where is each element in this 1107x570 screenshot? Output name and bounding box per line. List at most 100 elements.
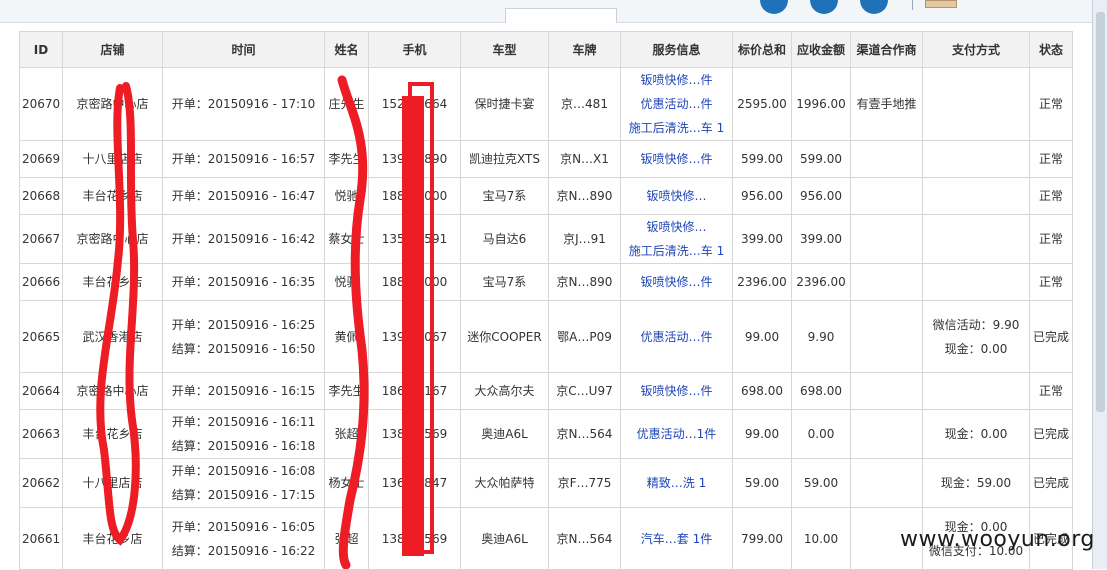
cell-car: 迷你COOPER bbox=[460, 300, 549, 373]
table-row[interactable]: 20668 丰台花乡店 开单：20150916 - 16:47 悦驰 1880…000 宝… bbox=[19, 177, 1073, 215]
table-row[interactable]: 20665 武汉香港店 开单：20150916 - 16:25 结算：20150916… bbox=[19, 300, 1073, 373]
service-link[interactable]: 施工后清洗…车 1 bbox=[623, 239, 730, 263]
cell-name: 黄佩 bbox=[324, 300, 369, 373]
cell-name: 杨女士 bbox=[324, 458, 369, 508]
cell-phone: 1880…000 bbox=[368, 177, 461, 215]
cell-list-price: 399.00 bbox=[732, 214, 792, 264]
cell-car: 大众高尔夫 bbox=[460, 372, 549, 410]
cell-plate: 京F…775 bbox=[548, 458, 621, 508]
column-header: 服务信息 bbox=[620, 31, 733, 68]
cell-name: 李先生 bbox=[324, 372, 369, 410]
orders-table-container: ID 店铺 时间 姓名 手机 车型 车牌 服务信息 标价总和 应收金额 渠道合作商 支付方式 状态 20… bbox=[19, 31, 1073, 570]
service-link[interactable]: 优惠活动…件 bbox=[623, 325, 730, 349]
cell-car: 奥迪A6L bbox=[460, 507, 549, 570]
time-line: 开单：20150916 - 16:57 bbox=[171, 152, 316, 166]
cell-id: 20666 bbox=[19, 263, 63, 301]
time-line: 结算：20150916 - 16:50 bbox=[171, 341, 316, 356]
service-link[interactable]: 钣喷快修…件 bbox=[623, 69, 730, 93]
cell-payment bbox=[922, 140, 1030, 178]
cell-payment bbox=[922, 214, 1030, 264]
cell-id: 20662 bbox=[19, 458, 63, 508]
cell-service: 钣喷快修…件 bbox=[620, 263, 733, 301]
time-line: 开单：20150916 - 16:25 bbox=[171, 317, 316, 332]
cell-shop: 武汉香港店 bbox=[62, 300, 163, 373]
cell-channel bbox=[850, 458, 923, 508]
table-row[interactable]: 20663 丰台花乡店 开单：20150916 - 16:11 结算：20150916… bbox=[19, 409, 1073, 459]
service-link[interactable]: 施工后清洗…车 1 bbox=[623, 116, 730, 140]
cell-time: 开单：20150916 - 16:42 bbox=[162, 214, 325, 264]
cell-status: 已完成 bbox=[1029, 409, 1073, 459]
table-header-row: ID 店铺 时间 姓名 手机 车型 车牌 服务信息 标价总和 应收金额 渠道合作商 支付方式 状态 bbox=[19, 31, 1073, 68]
table-row[interactable]: 20664 京密路中心店 开单：20150916 - 16:15 李先生 1860…16… bbox=[19, 372, 1073, 410]
service-link[interactable]: 钣喷快修… bbox=[623, 184, 730, 208]
cell-payment bbox=[922, 177, 1030, 215]
table-row[interactable]: 20666 丰台花乡店 开单：20150916 - 16:35 悦驰 1880…000 宝… bbox=[19, 263, 1073, 301]
cell-amount-due: 9.90 bbox=[791, 300, 851, 373]
cell-status: 正常 bbox=[1029, 263, 1073, 301]
cell-id: 20665 bbox=[19, 300, 63, 373]
cell-name: 张超 bbox=[324, 507, 369, 570]
avatar[interactable] bbox=[925, 0, 957, 8]
scrollbar-thumb[interactable] bbox=[1096, 12, 1105, 412]
cell-payment: 现金：0.00 bbox=[922, 409, 1030, 459]
cell-service: 优惠活动…1件 bbox=[620, 409, 733, 459]
cell-status: 正常 bbox=[1029, 67, 1073, 141]
cell-plate: 京N…564 bbox=[548, 409, 621, 459]
cell-name: 李先生 bbox=[324, 140, 369, 178]
service-link[interactable]: 汽车…套 1件 bbox=[623, 527, 730, 551]
column-header: 车牌 bbox=[548, 31, 621, 68]
payment-line: 微信活动：9.90 bbox=[932, 317, 1020, 332]
time-line: 结算：20150916 - 16:22 bbox=[171, 543, 316, 558]
cell-status: 正常 bbox=[1029, 214, 1073, 264]
cell-list-price: 2595.00 bbox=[732, 67, 792, 141]
cell-amount-due: 2396.00 bbox=[791, 263, 851, 301]
toolbar-round-button[interactable] bbox=[860, 0, 888, 14]
cell-channel bbox=[850, 177, 923, 215]
top-toolbar bbox=[0, 0, 1107, 23]
cell-id: 20668 bbox=[19, 177, 63, 215]
cell-list-price: 99.00 bbox=[732, 300, 792, 373]
cell-service: 钣喷快修… bbox=[620, 177, 733, 215]
cell-amount-due: 956.00 bbox=[791, 177, 851, 215]
table-row[interactable]: 20669 十八里店店 开单：20150916 - 16:57 李先生 1391…890… bbox=[19, 140, 1073, 178]
service-link[interactable]: 优惠活动…件 bbox=[623, 92, 730, 116]
table-row[interactable]: 20670 京密路中心店 开单：20150916 - 17:10 庄先生 1520…66… bbox=[19, 67, 1073, 141]
cell-shop: 京密路中心店 bbox=[62, 214, 163, 264]
time-line: 开单：20150916 - 16:47 bbox=[171, 189, 316, 203]
toolbar-tab[interactable] bbox=[505, 8, 617, 23]
service-link[interactable]: 钣喷快修… bbox=[623, 216, 730, 240]
table-row[interactable]: 20667 京密路中心店 开单：20150916 - 16:42 蔡女士 1352…59… bbox=[19, 214, 1073, 264]
cell-car: 马自达6 bbox=[460, 214, 549, 264]
service-link[interactable]: 优惠活动…1件 bbox=[623, 422, 730, 446]
cell-phone: 1860…167 bbox=[368, 372, 461, 410]
time-line: 开单：20150916 - 16:42 bbox=[171, 232, 316, 246]
table-row[interactable]: 20662 十八里店店 开单：20150916 - 16:08 结算：20150916… bbox=[19, 458, 1073, 508]
cell-amount-due: 399.00 bbox=[791, 214, 851, 264]
cell-amount-due: 698.00 bbox=[791, 372, 851, 410]
time-line: 开单：20150916 - 16:08 bbox=[171, 464, 316, 478]
cell-payment bbox=[922, 67, 1030, 141]
toolbar-round-button[interactable] bbox=[810, 0, 838, 14]
cell-plate: 京J…91 bbox=[548, 214, 621, 264]
time-line: 开单：20150916 - 17:10 bbox=[171, 97, 316, 111]
service-link[interactable]: 钣喷快修…件 bbox=[623, 379, 730, 403]
column-header: 应收金额 bbox=[791, 31, 851, 68]
vertical-scrollbar[interactable] bbox=[1092, 0, 1107, 569]
toolbar-round-button[interactable] bbox=[760, 0, 788, 14]
cell-channel bbox=[850, 372, 923, 410]
cell-list-price: 956.00 bbox=[732, 177, 792, 215]
cell-id: 20669 bbox=[19, 140, 63, 178]
cell-id: 20661 bbox=[19, 507, 63, 570]
cell-phone: 1381…569 bbox=[368, 409, 461, 459]
service-link[interactable]: 钣喷快修…件 bbox=[623, 147, 730, 171]
cell-id: 20670 bbox=[19, 67, 63, 141]
service-link[interactable]: 精致…洗 1 bbox=[623, 471, 730, 495]
cell-status: 正常 bbox=[1029, 177, 1073, 215]
column-header: 手机 bbox=[368, 31, 461, 68]
service-link[interactable]: 钣喷快修…件 bbox=[623, 270, 730, 294]
cell-shop: 丰台花乡店 bbox=[62, 507, 163, 570]
toolbar-divider bbox=[912, 0, 913, 10]
cell-car: 凯迪拉克XTS bbox=[460, 140, 549, 178]
time-line: 结算：20150916 - 16:18 bbox=[171, 439, 316, 453]
cell-phone: 1397…067 bbox=[368, 300, 461, 373]
